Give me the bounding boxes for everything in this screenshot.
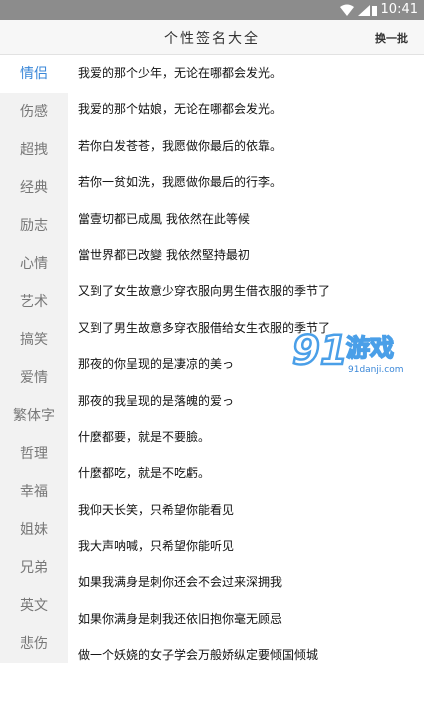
sidebar-item-xinqing[interactable]: 心情 [0,245,68,283]
sidebar-item-qinglv[interactable]: 情侣 [0,55,68,93]
wifi-icon [340,4,354,16]
list-item[interactable]: 如果我满身是刺你还会不会过来深拥我 [68,564,424,600]
sidebar-item-jingdian[interactable]: 经典 [0,169,68,207]
category-sidebar: 情侣 伤感 超拽 经典 励志 心情 艺术 搞笑 爱情 繁体字 哲理 幸福 姐妹 … [0,55,68,663]
list-item[interactable]: 什麼都要，就是不要臉。 [68,419,424,455]
sidebar-item-yingwen[interactable]: 英文 [0,587,68,625]
list-item[interactable]: 若你一贫如洗，我愿做你最后的行李。 [68,164,424,200]
battery-icon [372,6,377,16]
sidebar-item-zheli[interactable]: 哲理 [0,435,68,473]
list-item[interactable]: 我爱的那个姑娘，无论在哪都会发光。 [68,91,424,127]
top-bar: 个性签名大全 换一批 [0,20,424,55]
list-item[interactable]: 若你白发苍苍，我愿做你最后的依靠。 [68,128,424,164]
list-item[interactable]: 我仰天长笑，只希望你能看见 [68,492,424,528]
watermark-logo: 91 游戏 91danji.com [290,322,420,382]
sidebar-item-aiqing[interactable]: 爱情 [0,359,68,397]
sidebar-item-chaozhuai[interactable]: 超拽 [0,131,68,169]
refresh-batch-button[interactable]: 换一批 [375,30,408,46]
sidebar-item-jiemei[interactable]: 姐妹 [0,511,68,549]
watermark-url: 91danji.com [348,365,403,375]
list-item[interactable]: 如果你满身是刺我还依旧抱你毫无顾忌 [68,601,424,637]
sidebar-item-xingfu[interactable]: 幸福 [0,473,68,511]
sidebar-item-yishu[interactable]: 艺术 [0,283,68,321]
list-item[interactable]: 什麼都吃，就是不吃虧。 [68,455,424,491]
sidebar-item-beishang[interactable]: 悲伤 [0,625,68,663]
list-item[interactable]: 做一个妖娆的女子学会万般娇纵定要倾国倾城 [68,637,424,663]
status-bar: 10:41 [0,0,424,20]
watermark-brand: 91 [292,328,348,374]
sidebar-item-shanggan[interactable]: 伤感 [0,93,68,131]
list-item[interactable]: 當壹切都已成風 我依然在此等候 [68,201,424,237]
sidebar-item-fantizi[interactable]: 繁体字 [0,397,68,435]
list-item[interactable]: 我大声呐喊，只希望你能听见 [68,528,424,564]
sidebar-item-gaoxiao[interactable]: 搞笑 [0,321,68,359]
list-item[interactable]: 當世界都已改變 我依然堅持最初 [68,237,424,273]
list-item[interactable]: 又到了女生故意少穿衣服向男生借衣服的季节了 [68,273,424,309]
sidebar-item-xiongdi[interactable]: 兄弟 [0,549,68,587]
signal-icon [358,5,370,16]
list-item[interactable]: 我爱的那个少年，无论在哪都会发光。 [68,55,424,91]
sidebar-item-lizhi[interactable]: 励志 [0,207,68,245]
list-item[interactable]: 那夜的我呈现的是落魄的爱っ [68,383,424,419]
bottom-area [0,663,424,702]
status-time: 10:41 [380,2,418,17]
watermark-text: 游戏 [346,334,394,362]
page-title: 个性签名大全 [164,31,260,47]
